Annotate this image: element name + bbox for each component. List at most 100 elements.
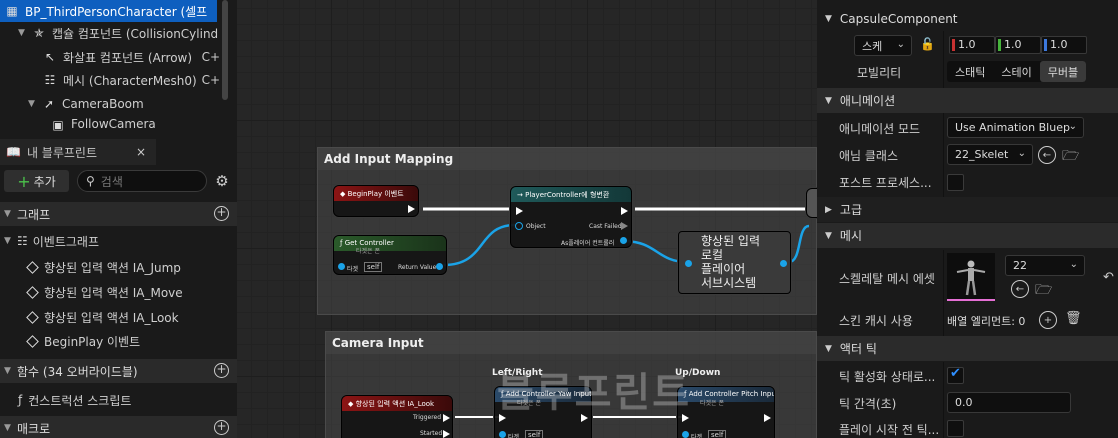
section-mesh[interactable]: ▼ 메시 [817,223,1118,248]
collapse-icon[interactable]: ▼ [4,236,14,246]
expand-icon[interactable]: ▶ [825,205,832,215]
exec-in-pin[interactable] [516,207,523,215]
scale-y-field[interactable]: 1.0 [995,36,1041,54]
section-functions[interactable]: ▼ 함수 (34 오버라이드블) + [0,359,237,383]
object-pin[interactable] [515,222,523,230]
browse-icon[interactable]: 🗁 [1062,145,1079,169]
component-cameraboom[interactable]: ▼ ➚ CameraBoom [28,93,144,115]
started-pin[interactable] [443,430,450,438]
cpp-badge: C+ [201,50,220,64]
back-arrow-icon[interactable]: ← [1038,146,1056,164]
add-macro-icon[interactable]: + [214,420,229,435]
event-icon: ◆ [348,400,356,408]
tick-before-play-row: 플레이 시작 전 틱... [817,417,1118,438]
collapse-icon[interactable]: ▼ [4,423,14,433]
event-icon [26,334,39,348]
component-capsule[interactable]: ▼ ✯ 캡슐 컴포넌트 (CollisionCylind [18,22,218,44]
graph-canvas[interactable]: Add Input Mapping Camera Input ◆ BeginPl… [237,0,817,438]
construction-script-item[interactable]: ƒ 컨스트럭션 스크립트 [18,389,131,411]
exec-out-pin[interactable] [408,205,415,213]
tick-enabled-checkbox[interactable] [947,366,964,384]
section-actor-tick[interactable]: ▼ 액터 틱 [817,336,1118,361]
gear-icon[interactable]: ⚙ [213,170,231,192]
scale-x-field[interactable]: 1.0 [949,36,995,54]
mobility-movable[interactable]: 무버블 [1039,61,1087,82]
collapse-icon[interactable]: ▼ [28,99,38,109]
tick-interval-field[interactable]: 0.0 [947,392,1071,413]
node-add-pitch-input[interactable]: ƒ Add Controller Pitch Input 타겟은 폰 타겟 se… [677,386,775,438]
anim-mode-dropdown[interactable]: Use Animation Bluep ⌄ [947,117,1084,138]
exec-out-pin[interactable] [621,207,628,215]
add-graph-icon[interactable]: + [214,206,229,221]
collapse-icon[interactable]: ▼ [4,366,14,376]
section-graph[interactable]: ▼ 그래프 + [0,202,237,226]
mobility-stationary[interactable]: 스테이 [993,61,1039,82]
component-arrow[interactable]: ↖ 화살표 컴포넌트 (Arrow) C+ [42,46,222,68]
search-input[interactable]: ⚲ 검색 [77,170,207,192]
components-scrollbar[interactable] [222,0,228,100]
array-elements-label: 배열 엘리먼트: 0 [947,315,1026,328]
triggered-pin[interactable] [443,414,450,422]
list-item[interactable]: 향상된 입력 액션 IA_Jump [26,256,181,278]
close-icon[interactable]: × [136,145,146,159]
component-followcamera[interactable]: ▣ FollowCamera [50,117,155,131]
z-axis-bar [1044,39,1047,51]
node-partial-offscreen[interactable] [806,188,817,218]
list-item[interactable]: 향상된 입력 액션 IA_Look [26,306,179,328]
section-capsule-component[interactable]: ▼ CapsuleComponent [817,6,1118,31]
reset-arrow-icon[interactable]: ↶ [1103,270,1114,285]
collapse-icon[interactable]: ▼ [18,28,28,38]
component-mesh[interactable]: ☷ 메시 (CharacterMesh0) C+ [42,69,222,91]
anim-class-dropdown[interactable]: 22_Skelet ⌄ [947,144,1033,165]
target-pin[interactable] [682,431,689,438]
return-value-pin[interactable] [436,263,443,270]
browse-icon[interactable]: 🗁 [1035,279,1052,303]
lock-icon[interactable]: 🔓 [920,37,935,51]
collapse-icon[interactable]: ▼ [825,14,832,24]
mobility-static[interactable]: 스태틱 [947,61,993,82]
node-begin-play[interactable]: ◆ BeginPlay 이벤트 [333,185,419,217]
subsystem-out-pin[interactable] [780,260,787,267]
list-item[interactable]: 향상된 입력 액션 IA_Move [26,281,183,303]
collapse-icon[interactable]: ▼ [825,344,832,354]
section-macros[interactable]: ▼ 매크로 + [0,416,237,438]
event-graph-item[interactable]: ▼ ☷ 이벤트그래프 [4,230,99,252]
list-item[interactable]: BeginPlay 이벤트 [26,330,140,352]
node-enhanced-input-subsystem[interactable]: 향상된 입력 로컬 플레이어 서브시스템 [678,231,791,294]
add-function-icon[interactable]: + [214,363,229,378]
component-root[interactable]: ▦ BP_ThirdPersonCharacter (셀프 [0,0,217,22]
node-ia-look[interactable]: ◆ 향상된 입력 액션 IA_Look Triggered Started [341,395,453,438]
plus-icon: + [17,171,31,191]
target-pin[interactable] [338,263,345,270]
skeletal-mesh-dropdown[interactable]: 22 ⌄ [1005,255,1085,276]
node-get-controller[interactable]: ƒ Get Controller 타겟은 폰 타겟 self Return Va… [333,235,447,275]
trash-icon[interactable]: 🗑 [1065,311,1082,326]
scale-z-field[interactable]: 1.0 [1041,36,1087,54]
x-axis-bar [952,39,955,51]
chevron-down-icon: ⌄ [1017,148,1026,159]
tab-my-blueprint[interactable]: 📖 내 블루프린트 × [0,139,156,165]
collapse-icon[interactable]: ▼ [825,96,832,106]
section-advanced[interactable]: ▶ 고급 [817,197,1118,222]
collapse-icon[interactable]: ▼ [825,231,832,241]
post-process-checkbox[interactable] [947,174,964,191]
node-cast-to-player-controller[interactable]: → PlayerController에 형변환 Object Cast Fail… [510,186,632,248]
graph-icon: ☷ [17,234,28,248]
section-animation[interactable]: ▼ 애니메이션 [817,88,1118,113]
camera-icon: ▣ [52,118,64,131]
cast-icon: → [517,191,526,199]
target-pin[interactable] [499,431,506,438]
mesh-thumbnail[interactable] [947,253,995,301]
scale-row: 스케 ⌄ 🔓 1.0 1.0 1.0 [817,33,1118,57]
back-arrow-icon[interactable]: ← [1011,280,1029,298]
tick-before-play-checkbox[interactable] [947,420,964,437]
as-player-controller-pin[interactable] [620,237,627,244]
add-element-icon[interactable]: + [1039,311,1057,329]
subsystem-in-pin[interactable] [685,260,692,267]
exec-out-pin[interactable] [764,414,771,422]
add-button[interactable]: + 추가 [4,170,69,192]
collapse-icon[interactable]: ▼ [4,209,14,219]
cast-failed-pin[interactable] [621,222,628,230]
scale-dropdown[interactable]: 스케 ⌄ [854,35,912,56]
node-header: → PlayerController에 형변환 [511,187,631,202]
